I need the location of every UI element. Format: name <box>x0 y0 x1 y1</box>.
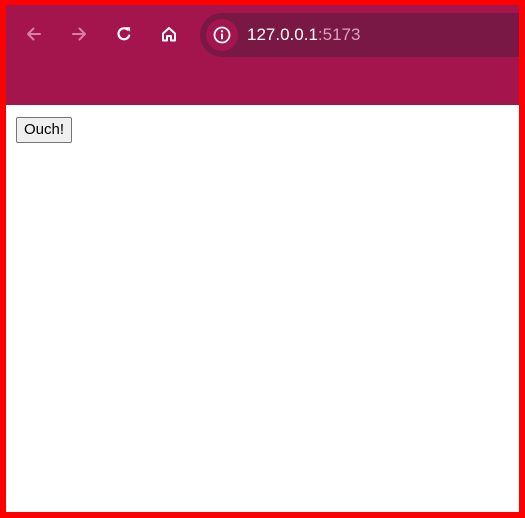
url-port: :5173 <box>317 25 361 44</box>
browser-toolbar: 127.0.0.1:5173 <box>6 5 519 105</box>
home-icon <box>162 27 176 42</box>
browser-window: 127.0.0.1:5173 Ouch! <box>0 0 525 518</box>
forward-button[interactable] <box>63 18 95 50</box>
page-content: Ouch! <box>6 105 519 512</box>
reload-button[interactable] <box>108 18 140 50</box>
arrow-right-icon <box>72 27 86 41</box>
url-host: 127.0.0.1 <box>247 25 318 44</box>
address-bar[interactable]: 127.0.0.1:5173 <box>200 13 519 57</box>
home-button[interactable] <box>153 18 185 50</box>
url-text: 127.0.0.1:5173 <box>247 25 360 45</box>
back-button[interactable] <box>18 18 50 50</box>
reload-icon <box>117 27 131 41</box>
arrow-left-icon <box>27 27 41 41</box>
site-info-button[interactable] <box>206 19 238 51</box>
info-icon <box>213 26 231 44</box>
ouch-button[interactable]: Ouch! <box>16 117 73 143</box>
